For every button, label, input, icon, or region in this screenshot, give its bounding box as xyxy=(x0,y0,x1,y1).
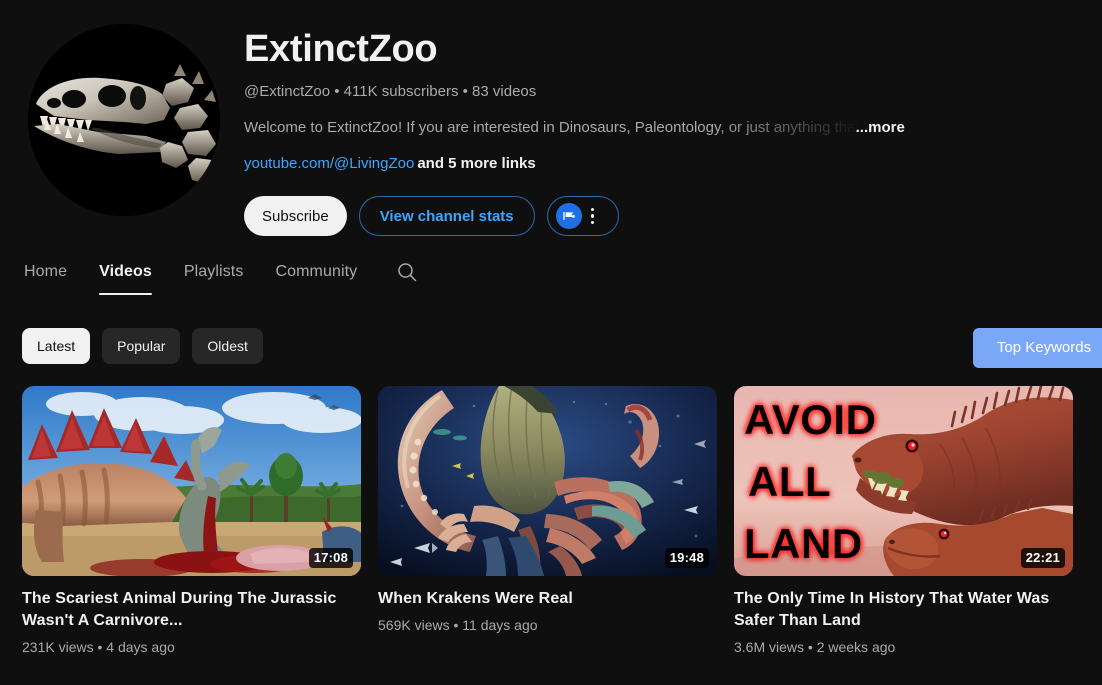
video-title[interactable]: When Krakens Were Real xyxy=(378,588,717,610)
more-options-icon[interactable] xyxy=(588,207,598,225)
tab-videos[interactable]: Videos xyxy=(99,255,152,295)
video-card[interactable]: AVOID ALL LAND 22:21 The Only Time In Hi… xyxy=(734,386,1073,657)
channel-actions: Subscribe View channel stats xyxy=(244,196,1102,236)
video-card[interactable]: 17:08 The Scariest Animal During The Jur… xyxy=(22,386,361,657)
subscribe-button[interactable]: Subscribe xyxy=(244,196,347,236)
filter-chip-latest[interactable]: Latest xyxy=(22,328,91,364)
avatar[interactable] xyxy=(28,24,220,216)
channel-description-text: Welcome to ExtinctZoo! If you are intere… xyxy=(244,119,860,136)
top-keywords-line2: Keywords xyxy=(1025,339,1092,356)
video-filter-chips: Latest Popular Oldest xyxy=(22,328,263,364)
channel-analytics-badge-icon xyxy=(555,203,582,229)
video-thumbnail[interactable]: AVOID ALL LAND 22:21 xyxy=(734,386,1073,576)
video-thumbnail[interactable]: 17:08 xyxy=(22,386,361,576)
show-more-button[interactable]: ...more xyxy=(856,118,905,138)
dinosaur-skull-avatar-icon xyxy=(28,24,220,216)
video-title[interactable]: The Scariest Animal During The Jurassic … xyxy=(22,588,361,632)
top-keywords-line1: Top xyxy=(996,339,1022,356)
channel-header: ExtinctZoo @ExtinctZoo • 411K subscriber… xyxy=(0,0,1102,236)
channel-extra-actions-button[interactable] xyxy=(546,196,619,236)
video-duration: 19:48 xyxy=(664,548,709,568)
video-meta: 231K views • 4 days ago xyxy=(22,639,175,655)
view-channel-stats-button[interactable]: View channel stats xyxy=(358,196,535,236)
channel-tabs: Home Videos Playlists Community xyxy=(24,255,419,295)
video-title[interactable]: The Only Time In History That Water Was … xyxy=(734,588,1073,632)
channel-links: youtube.com/@LivingZoo and 5 more links xyxy=(244,154,1102,174)
tab-community[interactable]: Community xyxy=(275,255,357,295)
channel-info: ExtinctZoo @ExtinctZoo • 411K subscriber… xyxy=(244,24,1102,236)
svg-text:LAND: LAND xyxy=(744,520,863,567)
top-keywords-button[interactable]: Top Keywords xyxy=(973,328,1102,368)
svg-text:ALL: ALL xyxy=(748,458,831,505)
video-meta: 3.6M views • 2 weeks ago xyxy=(734,639,896,655)
video-thumbnail[interactable]: 19:48 xyxy=(378,386,717,576)
more-links-button[interactable]: and 5 more links xyxy=(417,155,535,172)
tab-home[interactable]: Home xyxy=(24,255,67,295)
video-duration: 17:08 xyxy=(308,548,353,568)
filter-chip-popular[interactable]: Popular xyxy=(102,328,181,364)
channel-meta: @ExtinctZoo • 411K subscribers • 83 vide… xyxy=(244,83,537,100)
youtube-channel-page: ExtinctZoo @ExtinctZoo • 411K subscriber… xyxy=(0,0,1102,685)
page-title: ExtinctZoo xyxy=(244,28,438,70)
video-duration: 22:21 xyxy=(1020,548,1065,568)
video-grid: 17:08 The Scariest Animal During The Jur… xyxy=(22,386,1082,657)
tab-playlists[interactable]: Playlists xyxy=(184,255,244,295)
search-icon[interactable] xyxy=(395,260,419,290)
channel-primary-link[interactable]: youtube.com/@LivingZoo xyxy=(244,155,414,172)
filter-chip-oldest[interactable]: Oldest xyxy=(192,328,263,364)
video-meta: 569K views • 11 days ago xyxy=(378,617,538,633)
svg-text:AVOID: AVOID xyxy=(744,396,876,443)
channel-description: Welcome to ExtinctZoo! If you are intere… xyxy=(244,118,969,138)
video-card[interactable]: 19:48 When Krakens Were Real 569K views … xyxy=(378,386,717,657)
